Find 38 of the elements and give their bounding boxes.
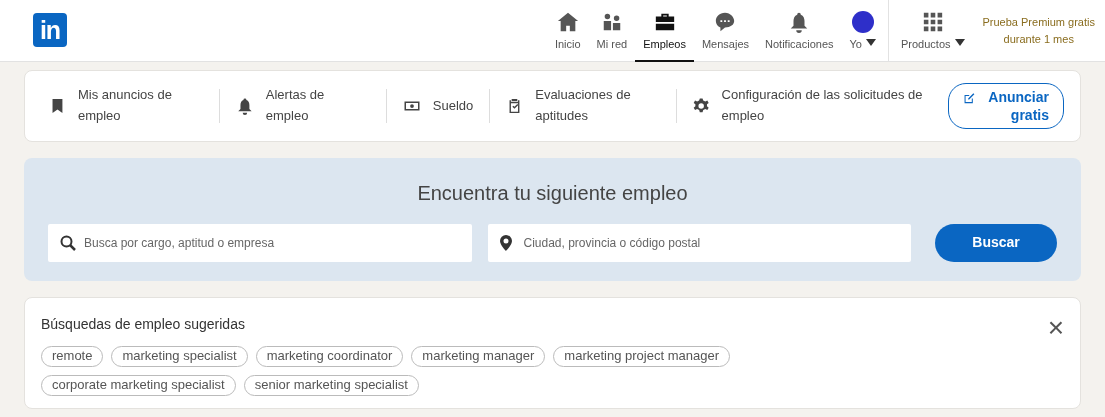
grid-icon bbox=[921, 10, 944, 33]
close-button[interactable]: × bbox=[1047, 314, 1064, 342]
nav-tab[interactable]: Mensajes bbox=[693, 0, 758, 62]
search-icon bbox=[60, 234, 76, 251]
avatar-icon bbox=[851, 10, 874, 33]
edit-icon bbox=[962, 91, 975, 105]
logo-icon[interactable]: in bbox=[33, 13, 67, 47]
nav-tab[interactable]: Empleos bbox=[635, 0, 694, 62]
suggestion-chip[interactable]: marketing manager bbox=[411, 346, 546, 367]
post-job-button[interactable]: Anunciar gratis bbox=[947, 82, 1064, 130]
jobs-menu-link[interactable]: Sueldo bbox=[386, 95, 490, 117]
nav-tab[interactable]: Inicio bbox=[546, 0, 589, 62]
keyword-field[interactable]: Busca por cargo, aptitud o empresa bbox=[48, 223, 472, 262]
suggestion-chip[interactable]: remote bbox=[41, 346, 104, 367]
nav-tab[interactable]: Productos bbox=[892, 0, 973, 62]
premium-link[interactable]: Prueba Premium gratis durante 1 mes bbox=[972, 14, 1095, 47]
location-field[interactable]: Ciudad, provincia o código postal bbox=[487, 223, 911, 262]
suggestion-chip[interactable]: marketing project manager bbox=[553, 346, 730, 367]
suggestions-title: Búsquedas de empleo sugeridas bbox=[41, 315, 245, 334]
caret-icon bbox=[954, 38, 965, 46]
suggestion-chip[interactable]: senior marketing specialist bbox=[243, 374, 419, 396]
pin-icon bbox=[499, 234, 512, 251]
gear-icon bbox=[693, 97, 710, 115]
suggestion-chip[interactable]: marketing specialist bbox=[111, 346, 248, 367]
nav-tab[interactable]: Notificaciones bbox=[757, 0, 842, 62]
caret-icon bbox=[865, 38, 876, 46]
jobs-menu-link[interactable]: Mis anuncios de empleo bbox=[33, 85, 219, 127]
suggestion-chip[interactable]: corporate marketing specialist bbox=[41, 374, 236, 396]
suggestion-chip[interactable]: marketing coordinator bbox=[255, 346, 404, 367]
speech-bubble-icon bbox=[714, 10, 737, 33]
nav-tab[interactable]: Yo bbox=[841, 0, 884, 62]
search-button[interactable]: Buscar bbox=[935, 223, 1057, 262]
search-title: Encuentra tu siguiente empleo bbox=[416, 180, 689, 206]
home-icon bbox=[556, 10, 579, 33]
nav-tab[interactable]: Mi red bbox=[588, 0, 636, 62]
jobs-menu-link[interactable]: Alertas de empleo bbox=[219, 85, 386, 127]
jobs-menu-link[interactable]: Evaluaciones de aptitudes bbox=[490, 85, 677, 127]
jobs-menu-link[interactable]: Configuración de las solicitudes de empleo bbox=[677, 85, 948, 127]
